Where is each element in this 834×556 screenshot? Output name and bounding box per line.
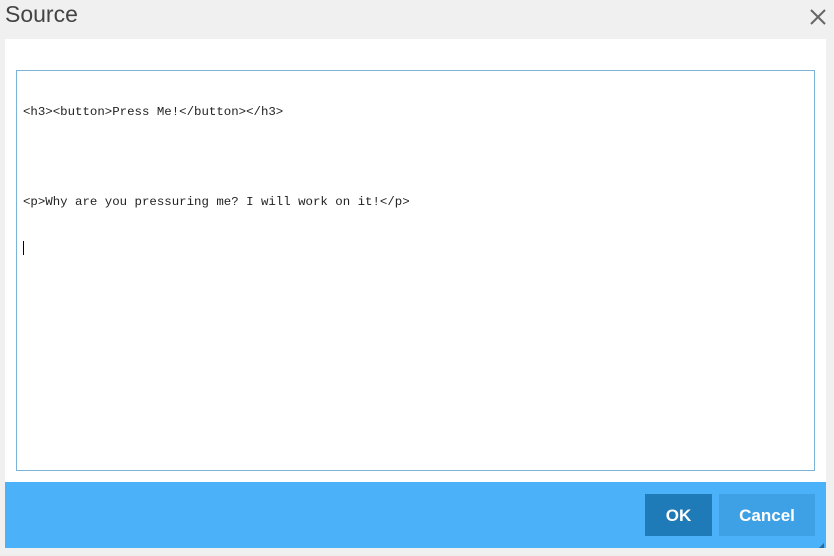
source-textarea[interactable]: <h3><button>Press Me!</button></h3> <p>W… — [16, 70, 815, 471]
dialog-body: <h3><button>Press Me!</button></h3> <p>W… — [5, 39, 826, 482]
dialog-title: Source — [5, 1, 78, 27]
dialog-footer: OK Cancel — [5, 482, 826, 551]
dialog-bottom-border — [0, 548, 834, 554]
source-dialog: Source <h3><button>Press Me!</button></h… — [0, 0, 834, 554]
cancel-button[interactable]: Cancel — [719, 494, 815, 536]
source-line-cursor — [23, 240, 808, 255]
text-caret — [23, 241, 24, 255]
close-icon[interactable] — [807, 6, 829, 28]
source-line — [23, 150, 808, 165]
source-line: <p>Why are you pressuring me? I will wor… — [23, 195, 410, 209]
source-line: <h3><button>Press Me!</button></h3> — [23, 105, 284, 119]
ok-button[interactable]: OK — [645, 494, 712, 536]
resize-handle-icon[interactable] — [816, 538, 824, 551]
